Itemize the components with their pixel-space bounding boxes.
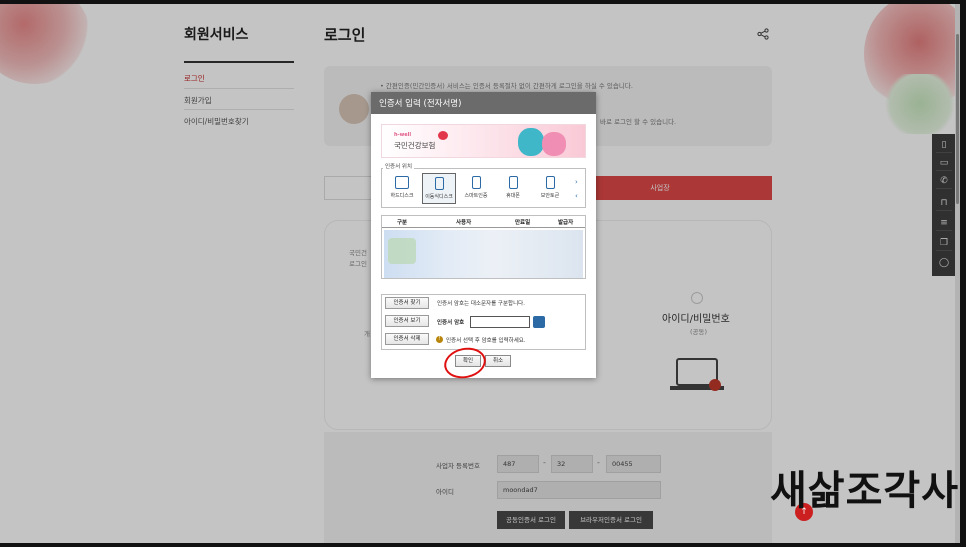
device-security-token[interactable]: 보안토큰: [533, 173, 567, 204]
device-smart-cert[interactable]: 스마트인증: [459, 173, 493, 204]
device-label: 이동식디스크: [425, 194, 453, 200]
header-divider: [382, 227, 585, 228]
warning-icon: !: [436, 336, 443, 343]
certificate-location-label: 인증서 위치: [383, 162, 415, 170]
column-header: 만료일: [515, 220, 531, 226]
dialog-header: 인증서 입력 (전자서명): [371, 92, 596, 114]
password-label: 인증서 암호: [437, 320, 465, 326]
cancel-button[interactable]: 취소: [485, 355, 511, 367]
mascot-image: [518, 128, 544, 156]
column-header: 사용자: [456, 220, 472, 226]
heart-icon: [438, 131, 448, 140]
device-label: 하드디스크: [390, 193, 414, 199]
usb-drive-icon: [434, 177, 444, 190]
device-mobile[interactable]: 휴대폰: [496, 173, 530, 204]
chevron-left-icon[interactable]: ‹: [575, 192, 578, 200]
device-harddisk[interactable]: 하드디스크: [385, 173, 419, 204]
case-note: 인증서 암호는 대소문자를 구분합니다.: [437, 301, 525, 307]
nhis-banner: h-well 국민건강보험: [381, 124, 586, 158]
select-note: 인증서 선택 후 암호를 입력하세요.: [446, 338, 526, 344]
delete-cert-button[interactable]: 인증서 삭제: [385, 333, 429, 345]
device-label: 휴대폰: [506, 193, 520, 199]
smart-cert-icon: [471, 176, 481, 189]
mobile-phone-icon: [508, 176, 518, 189]
certificate-dialog: 인증서 입력 (전자서명) h-well 국민건강보험 인증서 위치 하드디스크…: [371, 92, 596, 378]
banner-tag: h-well: [394, 132, 412, 138]
certificate-table: 구분 사용자 만료일 발급자: [381, 215, 586, 279]
harddisk-icon: [395, 176, 409, 189]
chevron-right-icon[interactable]: ›: [575, 178, 578, 186]
view-cert-button[interactable]: 인증서 보기: [385, 315, 429, 327]
cert-password-input[interactable]: [470, 316, 530, 328]
device-label: 스마트인증: [464, 193, 488, 199]
column-header: 구분: [397, 220, 408, 226]
watermark-text: 새삶조각사: [770, 467, 959, 514]
mascot-image: [542, 132, 566, 156]
banner-title: 국민건강보험: [394, 141, 436, 150]
column-header: 발급자: [558, 220, 574, 226]
security-token-icon: [545, 176, 555, 189]
find-cert-button[interactable]: 인증서 찾기: [385, 297, 429, 309]
device-label: 보안토큰: [540, 193, 560, 199]
blurred-cell: [388, 238, 416, 264]
virtual-keyboard-icon[interactable]: [533, 316, 545, 328]
device-removable-disk[interactable]: 이동식디스크: [422, 173, 456, 204]
dialog-title: 인증서 입력 (전자서명): [379, 99, 462, 109]
